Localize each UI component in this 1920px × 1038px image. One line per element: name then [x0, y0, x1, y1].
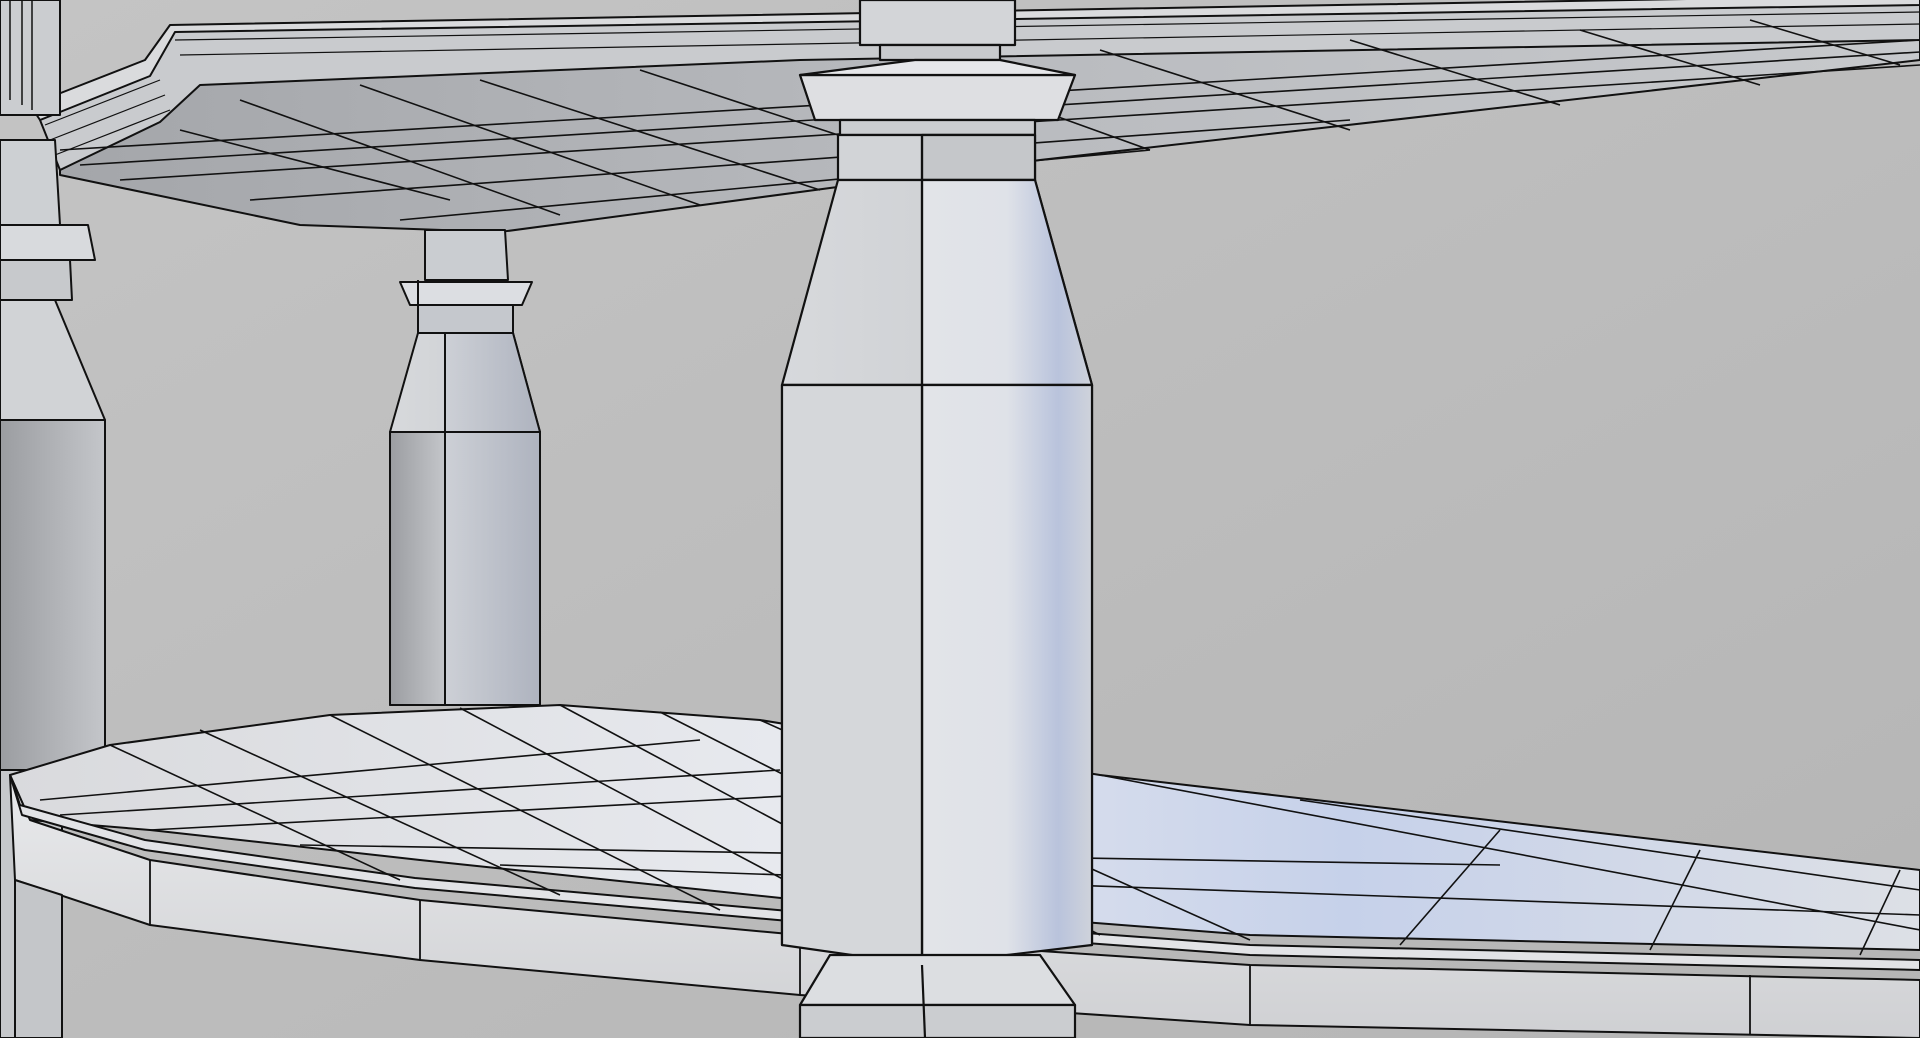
render-viewport	[0, 0, 1920, 1038]
far-post	[389, 229, 541, 706]
scene-render	[0, 0, 1920, 1038]
